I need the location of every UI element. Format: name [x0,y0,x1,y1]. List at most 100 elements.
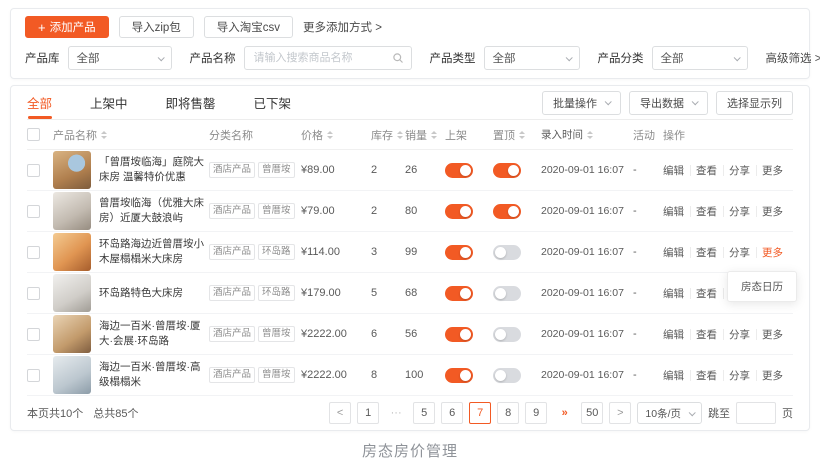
row-checkbox[interactable] [27,164,40,177]
product-cell: 曾厝垵临海（优雅大床房）近厦大鼓浪屿 [53,192,209,230]
op-link-3[interactable]: 分享 [723,368,756,383]
column-header-4[interactable]: 库存 [371,127,405,143]
activity-cell: - [633,246,663,258]
jump-forward-button[interactable]: » [553,402,575,424]
product-name[interactable]: 环岛路特色大床房 [99,286,183,301]
sort-icon[interactable] [519,131,525,139]
product-name[interactable]: 海边一百米·曾厝垵·厦大·会展·环岛路 [99,319,209,349]
sort-icon[interactable] [101,131,107,139]
price-cell: ¥114.00 [301,246,371,258]
page-button-8[interactable]: 8 [497,402,519,424]
op-link-2[interactable]: 查看 [690,163,723,178]
shelf-toggle[interactable] [445,245,473,260]
shelf-toggle[interactable] [445,204,473,219]
column-header-7[interactable]: 置顶 [493,127,541,143]
tab-3[interactable]: 即将售罄 [166,86,216,119]
op-link-4[interactable]: 更多 [756,368,789,383]
tab-2[interactable]: 上架中 [90,86,128,119]
column-header-3[interactable]: 价格 [301,127,371,143]
product-category-select[interactable]: 全部 [652,46,748,70]
sort-icon[interactable] [397,131,403,139]
table-row: 环岛路特色大床房酒店产品环岛路¥179.005682020-09-01 16:0… [27,273,793,314]
column-header-8[interactable]: 录入时间 [541,127,633,142]
column-header-1[interactable]: 产品名称 [53,127,209,143]
op-link-3[interactable]: 分享 [723,163,756,178]
op-link-4[interactable]: 更多 [756,245,789,260]
category-cell: 酒店产品曾厝垵 [209,203,301,219]
page-size-select[interactable]: 10条/页 [637,402,702,424]
product-name[interactable]: 海边一百米·曾厝垵·高级榻榻米 [99,360,209,390]
sort-icon[interactable] [587,131,593,139]
tab-4[interactable]: 已下架 [254,86,292,119]
page-button-7[interactable]: 7 [469,402,491,424]
product-name[interactable]: 环岛路海边近曾厝垵小木屋榻榻米大床房 [99,237,209,267]
op-link-1[interactable]: 编辑 [663,245,690,260]
sort-icon[interactable] [431,131,437,139]
jump-page-input[interactable] [736,402,776,424]
top-toggle[interactable] [493,163,521,178]
product-type-select[interactable]: 全部 [484,46,580,70]
op-link-1[interactable]: 编辑 [663,327,690,342]
export-data-button[interactable]: 导出数据 [629,91,708,115]
import-taobao-csv-button[interactable]: 导入淘宝csv [204,16,293,38]
op-link-2[interactable]: 查看 [690,286,723,301]
op-link-4[interactable]: 更多 [756,327,789,342]
row-checkbox[interactable] [27,205,40,218]
batch-operations-button[interactable]: 批量操作 [542,91,621,115]
product-name[interactable]: 「曾厝垵临海」庭院大床房 温馨特价优惠 [99,155,209,185]
op-link-2[interactable]: 查看 [690,327,723,342]
advanced-filter-link[interactable]: 高级筛选 > [766,50,820,66]
top-toggle[interactable] [493,286,521,301]
op-link-3[interactable]: 分享 [723,245,756,260]
operations-cell: 编辑查看分享更多 [663,163,793,178]
row-checkbox[interactable] [27,369,40,382]
top-toggle[interactable] [493,327,521,342]
page-button-1[interactable]: 1 [357,402,379,424]
tab-1[interactable]: 全部 [27,86,52,119]
page-button-9[interactable]: 9 [525,402,547,424]
search-icon[interactable] [392,52,404,64]
next-page-button[interactable]: > [609,402,631,424]
prev-page-button[interactable]: < [329,402,351,424]
op-link-3[interactable]: 分享 [723,204,756,219]
page-button-5[interactable]: 5 [413,402,435,424]
page-button-50[interactable]: 50 [581,402,603,424]
select-all-checkbox[interactable] [27,128,40,141]
product-name[interactable]: 曾厝垵临海（优雅大床房）近厦大鼓浪屿 [99,196,209,226]
page-button-6[interactable]: 6 [441,402,463,424]
op-link-1[interactable]: 编辑 [663,286,690,301]
op-link-4[interactable]: 更多 [756,163,789,178]
shelf-toggle[interactable] [445,327,473,342]
add-product-button[interactable]: + 添加产品 [25,16,109,38]
op-link-1[interactable]: 编辑 [663,368,690,383]
top-toggle[interactable] [493,368,521,383]
op-link-1[interactable]: 编辑 [663,204,690,219]
op-link-1[interactable]: 编辑 [663,163,690,178]
op-link-2[interactable]: 查看 [690,204,723,219]
category-tag: 曾厝垵 [258,203,295,219]
shelf-cell [445,368,493,383]
search-input[interactable] [252,51,392,65]
sort-icon[interactable] [327,131,333,139]
product-category-value: 全部 [661,50,684,66]
category-tag: 酒店产品 [209,162,255,178]
top-toggle[interactable] [493,204,521,219]
op-link-4[interactable]: 更多 [756,204,789,219]
import-zip-button[interactable]: 导入zip包 [119,16,194,38]
row-checkbox[interactable] [27,246,40,259]
op-link-2[interactable]: 查看 [690,368,723,383]
product-library-select[interactable]: 全部 [68,46,172,70]
top-toggle[interactable] [493,245,521,260]
shelf-toggle[interactable] [445,286,473,301]
column-header-5[interactable]: 销量 [405,127,445,143]
op-link-2[interactable]: 查看 [690,245,723,260]
room-calendar-menu-item[interactable]: 房态日历 [727,271,797,302]
more-add-methods-link[interactable]: 更多添加方式 > [303,19,382,35]
op-link-3[interactable]: 分享 [723,327,756,342]
shelf-toggle[interactable] [445,163,473,178]
row-checkbox[interactable] [27,287,40,300]
row-checkbox[interactable] [27,328,40,341]
category-tag: 酒店产品 [209,203,255,219]
shelf-toggle[interactable] [445,368,473,383]
choose-columns-button[interactable]: 选择显示列 [716,91,793,115]
